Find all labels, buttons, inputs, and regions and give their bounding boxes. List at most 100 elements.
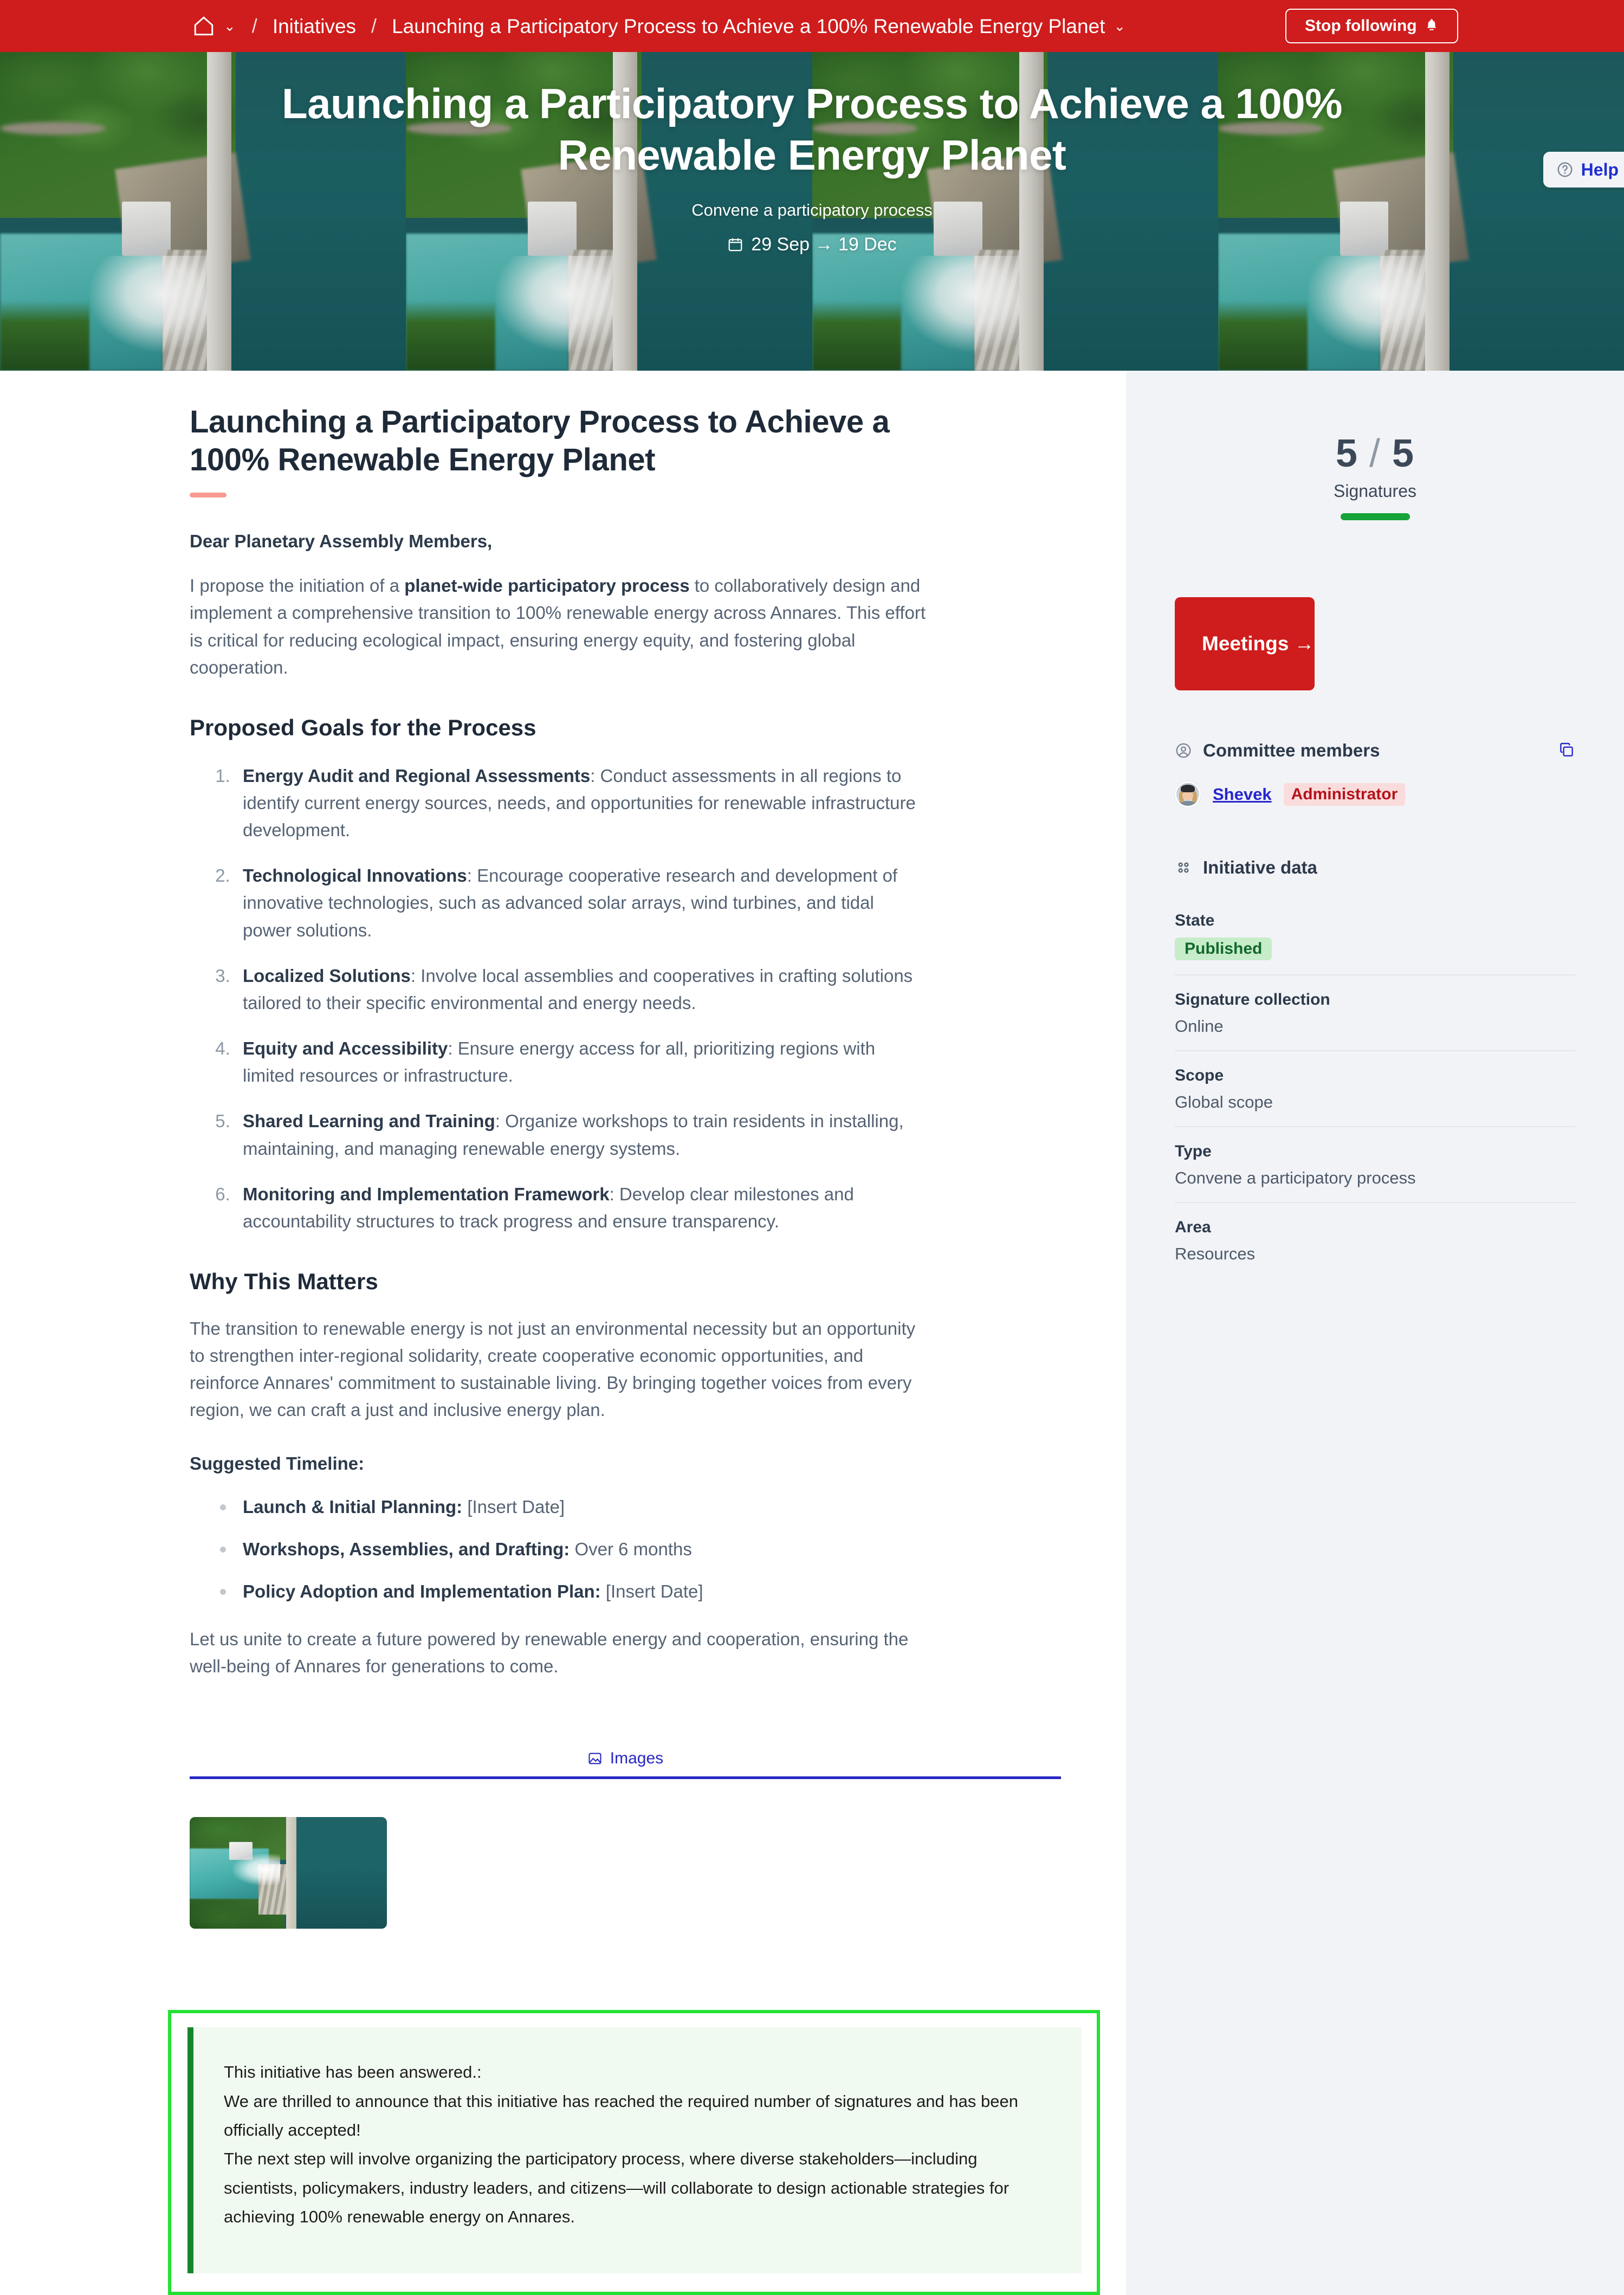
intro-emphasis: planet-wide participatory process — [404, 576, 690, 596]
images-tab-bar: Images — [190, 1745, 1061, 1780]
list-item: Equity and Accessibility: Ensure energy … — [235, 1035, 927, 1089]
committee-member-name-link[interactable]: Shevek — [1213, 785, 1272, 804]
goals-list: Energy Audit and Regional Assessments: C… — [190, 762, 927, 1235]
data-row-type: Type Convene a participatory process — [1175, 1127, 1575, 1203]
timeline-term: Workshops, Assemblies, and Drafting: — [243, 1538, 570, 1559]
data-value: Convene a participatory process — [1175, 1168, 1416, 1187]
committee-members-section: Committee members Shevek Administrator — [1175, 740, 1575, 807]
data-row-area: Area Resources — [1175, 1203, 1575, 1278]
data-value: Resources — [1175, 1244, 1256, 1263]
breadcrumb-current-page: Launching a Participatory Process to Ach… — [392, 15, 1105, 37]
calendar-icon — [727, 236, 743, 254]
goal-term: Monitoring and Implementation Framework — [243, 1184, 610, 1204]
tab-images[interactable]: Images — [579, 1745, 672, 1776]
committee-members-header: Committee members — [1175, 740, 1575, 761]
timeline-heading: Suggested Timeline: — [190, 1453, 365, 1473]
stop-following-label: Stop following — [1305, 17, 1417, 35]
status-badge: Administrator — [1283, 783, 1406, 806]
goal-term: Equity and Accessibility — [243, 1038, 448, 1059]
signature-current: 5 — [1335, 432, 1358, 475]
answer-line-1: This initiative has been answered.: — [224, 2063, 482, 2082]
answer-line-2: We are thrilled to announce that this in… — [224, 2091, 1018, 2140]
data-key: State — [1175, 911, 1215, 929]
list-item: Monitoring and Implementation Framework:… — [235, 1181, 927, 1235]
why-paragraph: The transition to renewable energy is no… — [190, 1318, 916, 1420]
home-dropdown-caret-icon[interactable]: ⌄ — [224, 19, 236, 33]
list-item: Launch & Initial Planning: [Insert Date] — [220, 1494, 927, 1521]
hero-title: Launching a Participatory Process to Ach… — [281, 80, 1343, 179]
main-content: Launching a Participatory Process to Ach… — [0, 371, 1126, 2295]
title-underline-rule — [190, 493, 227, 498]
data-value: Online — [1175, 1017, 1224, 1036]
timeline-term: Policy Adoption and Implementation Plan: — [243, 1581, 601, 1601]
initiative-data-header: Initiative data — [1175, 857, 1575, 878]
goal-term: Shared Learning and Training — [243, 1111, 495, 1132]
breadcrumb-dropdown-caret-icon[interactable]: ⌄ — [1114, 19, 1125, 33]
closing-paragraph: Let us unite to create a future powered … — [190, 1629, 909, 1677]
committee-member-row: Shevek Administrator — [1175, 781, 1575, 807]
list-item: Workshops, Assemblies, and Drafting: Ove… — [220, 1536, 927, 1563]
timeline-list: Launch & Initial Planning: [Insert Date]… — [190, 1494, 927, 1605]
top-navigation-bar: ⌄ / Initiatives / Launching a Participat… — [0, 0, 1624, 52]
question-mark-icon — [1556, 161, 1574, 178]
hero-banner: Launching a Participatory Process to Ach… — [0, 52, 1624, 371]
data-value: Global scope — [1175, 1092, 1273, 1111]
image-thumbnail[interactable] — [190, 1817, 387, 1929]
breadcrumb-initiatives-link[interactable]: Initiatives — [273, 16, 356, 36]
signature-count: 5 / 5 — [1126, 431, 1624, 476]
goal-term: Energy Audit and Regional Assessments — [243, 765, 591, 786]
intro-paragraph: I propose the initiation of a planet-wid… — [190, 572, 927, 681]
sidebar: 5 / 5 Signatures Meetings → Committee me… — [1126, 371, 1624, 2295]
initiative-data-list: State Published Signature collection Onl… — [1175, 896, 1575, 1278]
list-item: Shared Learning and Training: Organize w… — [235, 1108, 927, 1162]
data-row-state: State Published — [1175, 896, 1575, 975]
signatures-progress-bar — [1340, 513, 1410, 520]
intro-pre: I propose the initiation of a — [190, 576, 405, 596]
bell-icon — [1425, 18, 1439, 34]
hero-date-range: 29 Sep → 19 Dec — [0, 234, 1624, 255]
person-circle-icon — [1175, 742, 1192, 759]
goals-heading: Proposed Goals for the Process — [190, 714, 536, 740]
data-key: Scope — [1175, 1066, 1224, 1084]
signatures-progress: 5 / 5 Signatures — [1126, 403, 1624, 520]
signature-goal: 5 — [1392, 432, 1415, 475]
timeline-desc: [Insert Date] — [600, 1581, 703, 1601]
list-item: Technological Innovations: Encourage coo… — [235, 862, 927, 943]
hero-dates-text: 29 Sep → 19 Dec — [751, 234, 897, 255]
signature-slash: / — [1369, 432, 1381, 475]
meetings-button-label: Meetings → — [1202, 632, 1315, 655]
goal-term: Technological Innovations — [243, 865, 467, 886]
data-key: Signature collection — [1175, 991, 1330, 1008]
answer-callout: This initiative has been answered.: We a… — [168, 2010, 1100, 2295]
initiative-data-title: Initiative data — [1203, 857, 1317, 877]
goal-term: Localized Solutions — [243, 965, 411, 986]
data-row-scope: Scope Global scope — [1175, 1051, 1575, 1127]
help-button[interactable]: Help — [1543, 152, 1624, 188]
timeline-desc: Over 6 months — [570, 1538, 692, 1559]
committee-members-title: Committee members — [1203, 740, 1380, 760]
timeline-term: Launch & Initial Planning: — [243, 1496, 463, 1517]
page-title: Launching a Participatory Process to Ach… — [190, 404, 890, 477]
list-item: Energy Audit and Regional Assessments: C… — [235, 762, 927, 844]
stop-following-button[interactable]: Stop following — [1285, 9, 1458, 43]
meetings-button[interactable]: Meetings → — [1175, 597, 1315, 690]
home-icon[interactable] — [192, 15, 215, 37]
answer-callout-body: This initiative has been answered.: We a… — [187, 2027, 1082, 2274]
list-item: Localized Solutions: Involve local assem… — [235, 962, 927, 1017]
avatar — [1175, 781, 1201, 807]
data-row-signature-collection: Signature collection Online — [1175, 975, 1575, 1051]
help-label: Help — [1581, 159, 1619, 179]
image-thumbnail-row — [190, 1817, 1061, 1929]
initiative-data-section: Initiative data State Published Signatur… — [1175, 857, 1575, 1278]
images-section: Images — [190, 1745, 1061, 1929]
data-key: Type — [1175, 1142, 1212, 1160]
tab-images-label: Images — [610, 1749, 664, 1768]
breadcrumb: ⌄ / Initiatives / Launching a Participat… — [192, 15, 1127, 37]
copy-icon[interactable] — [1558, 741, 1575, 759]
image-icon — [587, 1751, 603, 1766]
status-badge: Published — [1175, 938, 1272, 960]
hero-subtitle: Convene a participatory process — [691, 201, 933, 220]
answer-line-3: The next step will involve organizing th… — [224, 2149, 1010, 2226]
data-key: Area — [1175, 1218, 1211, 1236]
grid-icon — [1175, 859, 1192, 876]
